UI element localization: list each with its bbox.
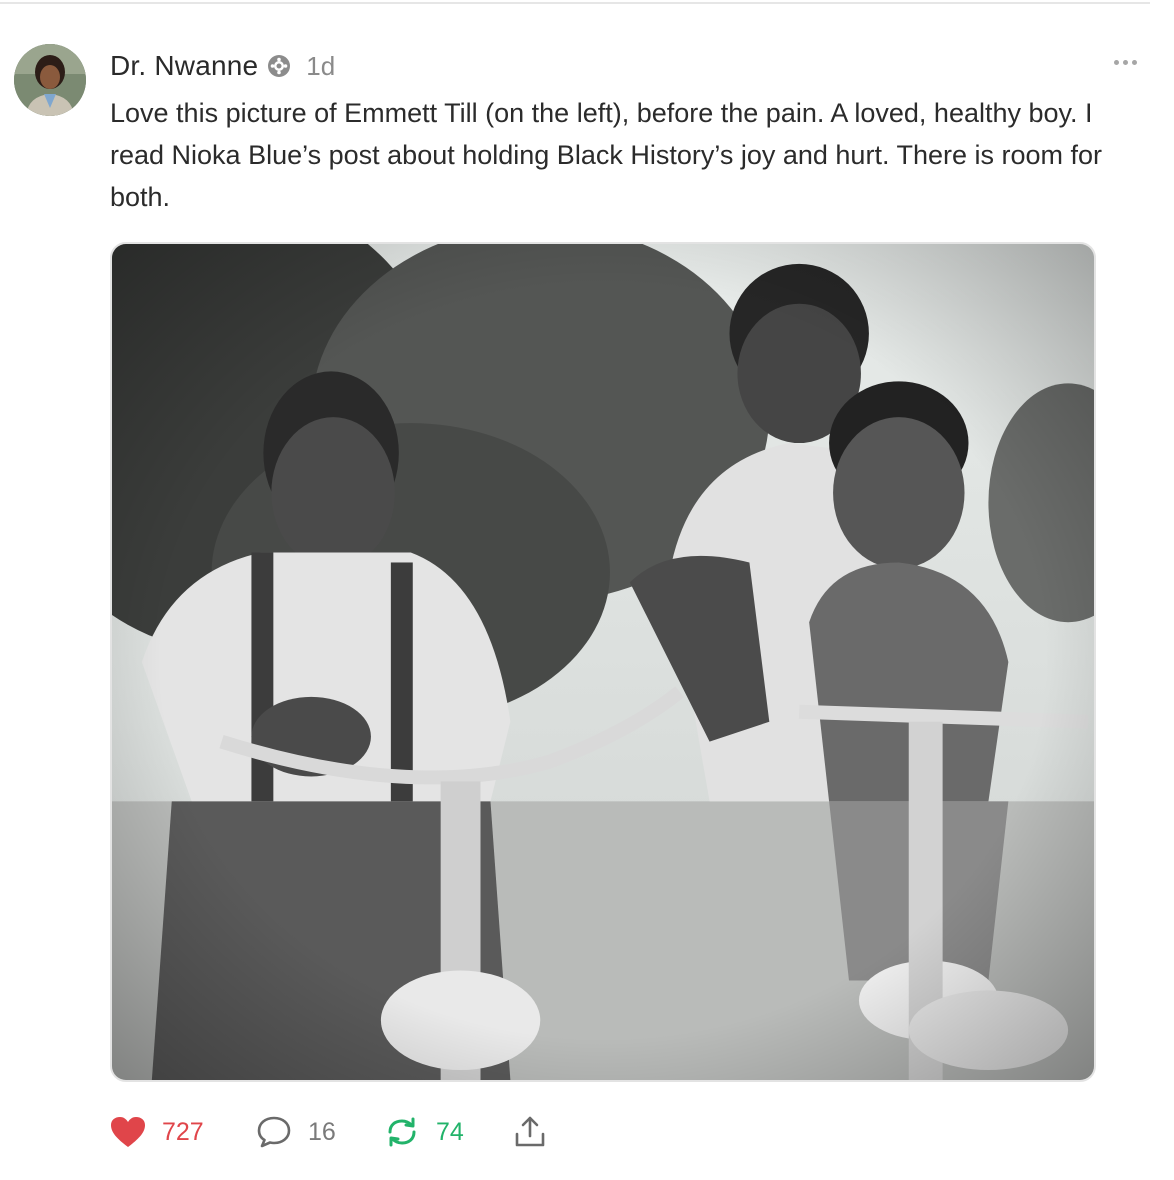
- like-count: 727: [162, 1117, 204, 1146]
- post-timestamp: 1d: [306, 50, 336, 81]
- like-button[interactable]: 727: [110, 1110, 204, 1154]
- heart-icon: [110, 1116, 146, 1148]
- post-actions: 727 16 74: [110, 1110, 670, 1154]
- more-dot: [1114, 59, 1119, 65]
- top-divider: [0, 2, 1150, 4]
- more-options-icon[interactable]: [1114, 52, 1144, 72]
- post-body-text: Love this picture of Emmett Till (on the…: [110, 98, 1103, 212]
- repost-count: 74: [436, 1117, 464, 1146]
- author-avatar[interactable]: [14, 44, 86, 116]
- more-dot: [1132, 59, 1137, 65]
- share-button[interactable]: [512, 1110, 548, 1154]
- more-dot: [1123, 59, 1128, 65]
- share-upload-icon: [512, 1114, 548, 1150]
- reply-button[interactable]: 16: [256, 1110, 336, 1154]
- post-photo[interactable]: [110, 242, 1096, 1082]
- speech-bubble-icon: [256, 1115, 292, 1149]
- repost-button[interactable]: 74: [384, 1110, 464, 1154]
- author-name[interactable]: Dr. Nwanne: [110, 50, 258, 82]
- reply-count: 16: [308, 1117, 336, 1146]
- repost-arrows-icon: [384, 1115, 420, 1149]
- post-header: Dr. Nwanne 1d: [110, 46, 335, 86]
- verified-badge-icon: [266, 53, 292, 79]
